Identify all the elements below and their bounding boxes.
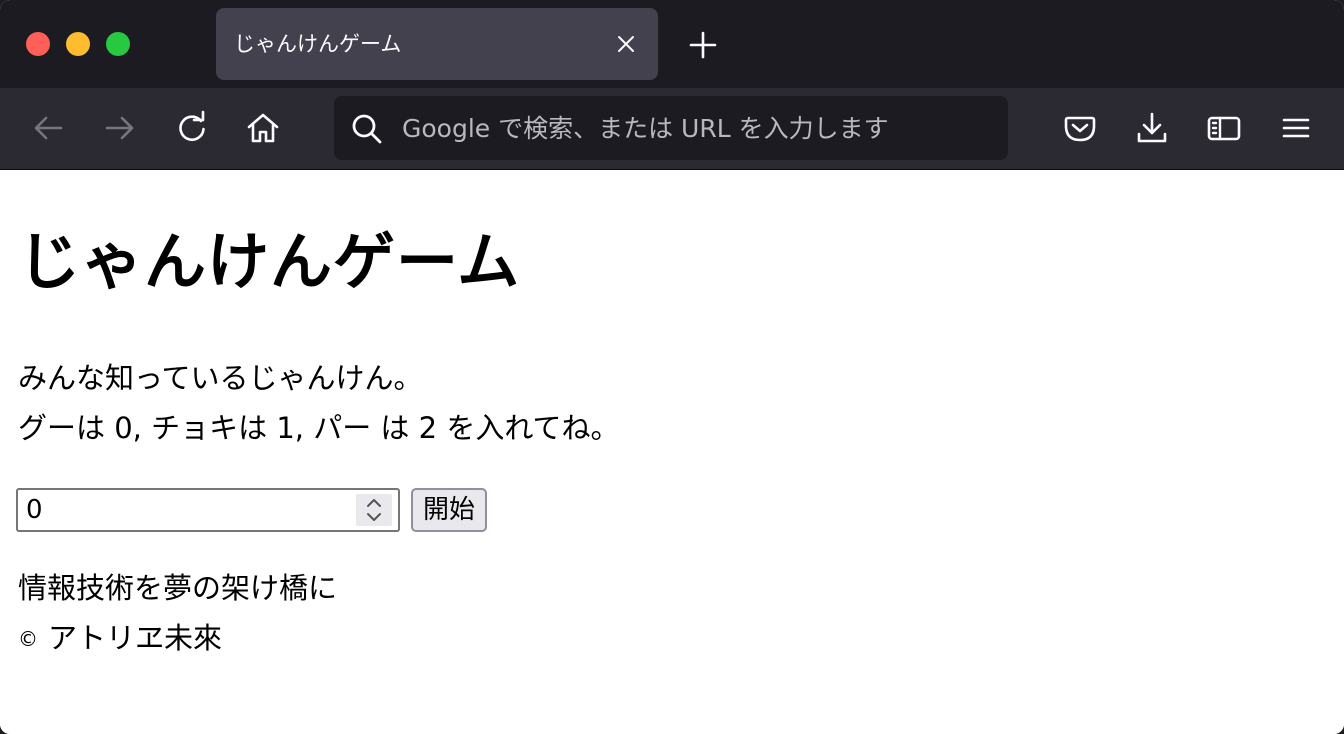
window-close-button[interactable] [26,32,50,56]
copyright-owner: アトリヱ未來 [48,621,223,655]
page-title: じゃんけんゲーム [18,225,521,298]
search-icon [350,112,384,146]
new-tab-plus-icon[interactable] [688,30,718,60]
sidebar-icon[interactable] [1206,110,1242,146]
navigation-toolbar [0,88,1344,170]
copyright: © アトリヱ未來 [18,618,222,659]
back-arrow-icon[interactable] [30,110,66,146]
menu-icon[interactable] [1278,110,1314,146]
url-input[interactable] [402,96,992,160]
home-icon[interactable] [245,110,281,146]
forward-arrow-icon[interactable] [102,110,138,146]
download-icon[interactable] [1134,110,1170,146]
tab-close-icon[interactable] [614,32,638,56]
hand-number-field[interactable] [16,488,400,532]
description-line-2: グーは 0, チョキは 1, パー は 2 を入れてね。 [18,411,620,445]
description-line-1: みんな知っているじゃんけん。 [18,361,423,395]
number-spinner[interactable] [356,494,392,526]
footer-tagline: 情報技術を夢の架け橋に [18,571,338,605]
browser-window: じゃんけんゲーム Google で検索、または URL を入力します じゃんけん… [0,0,1344,734]
address-bar[interactable] [334,96,1008,160]
window-minimize-button[interactable] [66,32,90,56]
window-maximize-button[interactable] [106,32,130,56]
tab-bar: じゃんけんゲーム [0,0,1344,88]
pocket-icon[interactable] [1062,110,1098,146]
page-content: じゃんけんゲーム みんな知っているじゃんけん。 グーは 0, チョキは 1, パ… [0,170,1344,734]
hand-number-input[interactable] [26,492,346,528]
copyright-symbol: © [18,627,38,651]
active-tab[interactable]: じゃんけんゲーム [216,8,658,80]
start-button[interactable]: 開始 [411,488,487,532]
tab-title: じゃんけんゲーム [234,32,402,56]
reload-icon[interactable] [174,110,210,146]
